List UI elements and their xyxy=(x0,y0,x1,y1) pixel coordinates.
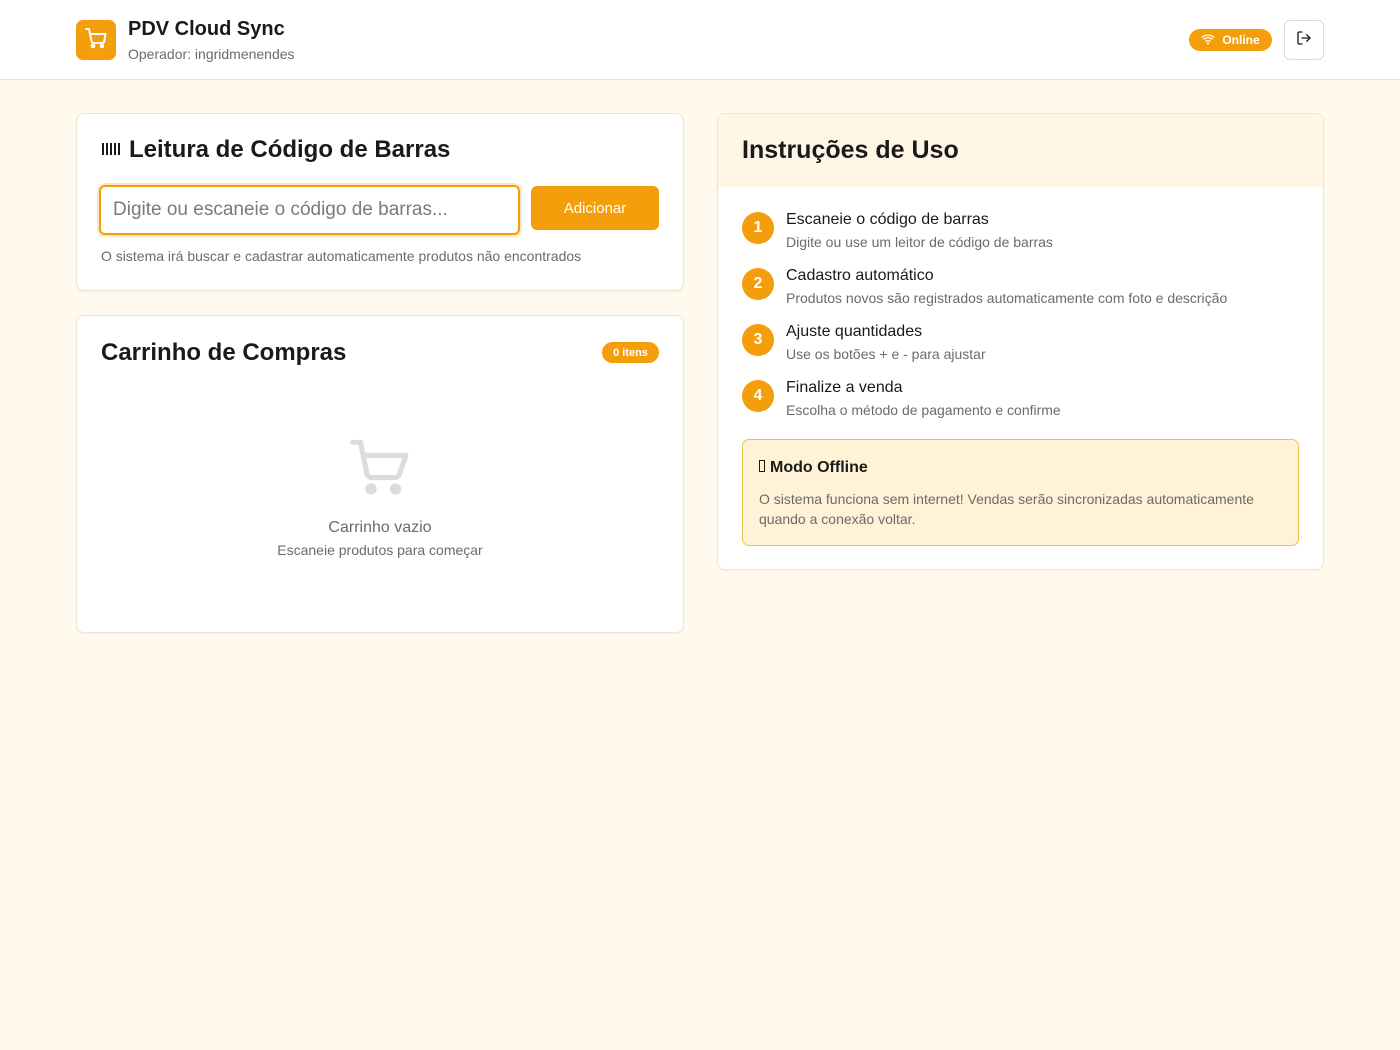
step-title: Escaneie o código de barras xyxy=(786,211,989,228)
barcode-icon xyxy=(101,136,121,164)
app-logo xyxy=(76,20,116,60)
barcode-card-title: Leitura de Código de Barras xyxy=(129,136,451,163)
offline-title: Modo Offline xyxy=(770,459,868,476)
cart-count-badge: 0 itens xyxy=(602,342,659,363)
add-button[interactable]: Adicionar xyxy=(531,186,659,230)
step-title: Finalize a venda xyxy=(786,379,903,396)
cart-card: Carrinho de Compras 0 itens Carrinho vaz… xyxy=(76,315,684,633)
barcode-card-header: Leitura de Código de Barras xyxy=(101,136,450,164)
cart-title: Carrinho de Compras xyxy=(101,339,347,366)
cart-empty-title: Carrinho vazio xyxy=(328,519,432,536)
barcode-card: Leitura de Código de Barras Adicionar O … xyxy=(76,113,684,291)
shopping-cart-icon xyxy=(349,436,411,503)
cart-empty-subtitle: Escaneie produtos para começar xyxy=(277,542,483,558)
step-number: 2 xyxy=(742,268,774,300)
step-description: Produtos novos são registrados automatic… xyxy=(786,290,1228,306)
instructions-card: Instruções de Uso 1 Escaneie o código de… xyxy=(717,113,1324,570)
missing-glyph-icon xyxy=(759,459,765,477)
shopping-cart-icon xyxy=(84,26,108,55)
offline-title-row: Modo Offline xyxy=(759,459,868,477)
step-description: Use os botões + e - para ajustar xyxy=(786,346,986,362)
wifi-icon xyxy=(1201,32,1215,49)
online-status-label: Online xyxy=(1222,33,1260,47)
step-title: Cadastro automático xyxy=(786,267,934,284)
online-status-badge: Online xyxy=(1189,29,1272,51)
operator-name: Operador: ingridmenendes xyxy=(128,46,295,62)
step-number: 3 xyxy=(742,324,774,356)
step-description: Digite ou use um leitor de código de bar… xyxy=(786,234,1053,250)
instructions-header: Instruções de Uso xyxy=(718,114,1323,187)
app-title: PDV Cloud Sync xyxy=(128,18,285,40)
instructions-title: Instruções de Uso xyxy=(742,136,959,164)
logout-icon xyxy=(1296,30,1312,51)
step-number: 1 xyxy=(742,212,774,244)
app-header: PDV Cloud Sync Operador: ingridmenendes … xyxy=(0,0,1400,80)
barcode-hint: O sistema irá buscar e cadastrar automat… xyxy=(101,248,582,264)
logout-button[interactable] xyxy=(1284,20,1324,60)
barcode-input[interactable] xyxy=(99,185,520,235)
step-number: 4 xyxy=(742,380,774,412)
offline-description: O sistema funciona sem internet! Vendas … xyxy=(759,491,1254,527)
offline-mode-notice: Modo Offline O sistema funciona sem inte… xyxy=(742,439,1299,546)
step-description: Escolha o método de pagamento e confirme xyxy=(786,402,1061,418)
step-title: Ajuste quantidades xyxy=(786,323,923,340)
